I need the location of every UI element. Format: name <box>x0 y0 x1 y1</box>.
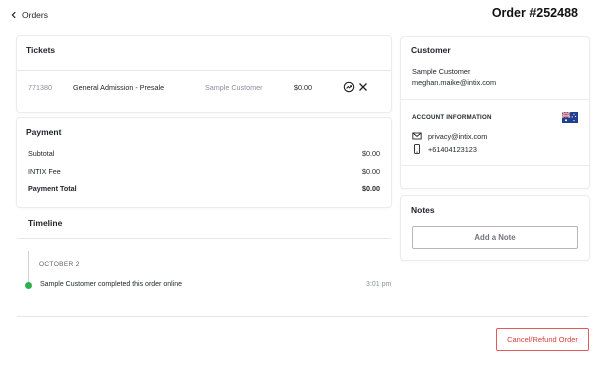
timeline-date: OCTOBER 2 <box>39 261 80 268</box>
divider <box>17 70 391 71</box>
tickets-card: Tickets 771380 General Admission - Presa… <box>17 36 391 112</box>
customer-card: Customer Sample Customer meghan.maike@in… <box>401 37 589 188</box>
transfer-icon[interactable] <box>343 81 355 93</box>
contact-phone: +61404123123 <box>428 144 477 154</box>
back-to-orders-link[interactable]: Orders <box>10 8 48 22</box>
contact-email-row: privacy@intix.com <box>412 131 487 141</box>
mail-icon <box>412 132 422 140</box>
ticket-customer: Sample Customer <box>205 83 263 92</box>
ticket-id[interactable]: 771380 <box>28 83 52 92</box>
payment-label: Subtotal <box>28 149 55 158</box>
payment-value: $0.00 <box>362 167 380 176</box>
notes-title: Notes <box>411 205 435 215</box>
close-icon[interactable] <box>357 81 369 93</box>
contact-email: privacy@intix.com <box>428 131 488 141</box>
payment-value: $0.00 <box>362 149 380 158</box>
ticket-row: 771380 General Admission - Presale Sampl… <box>17 80 391 94</box>
divider <box>17 316 589 317</box>
payment-title: Payment <box>26 127 62 137</box>
timeline-time: 3:01 pm <box>366 281 392 288</box>
ticket-price: $0.00 <box>294 83 312 92</box>
payment-row-fee: INTIX Fee $0.00 <box>28 167 380 177</box>
customer-email: meghan.maike@intix.com <box>412 78 497 87</box>
customer-title: Customer <box>411 45 451 55</box>
contact-phone-row: +61404123123 <box>412 144 477 154</box>
payment-label: INTIX Fee <box>28 167 61 176</box>
timeline-line <box>27 251 29 285</box>
payment-row-subtotal: Subtotal $0.00 <box>28 149 380 159</box>
cancel-refund-button[interactable]: Cancel/Refund Order <box>496 328 589 351</box>
tickets-title: Tickets <box>26 45 56 55</box>
timeline-title: Timeline <box>28 218 63 228</box>
chevron-left-icon <box>11 11 16 19</box>
phone-icon <box>414 144 420 154</box>
payment-card: Payment Subtotal $0.00 INTIX Fee $0.00 P… <box>17 118 391 207</box>
australia-flag-icon <box>562 112 578 123</box>
account-info-title: ACCOUNT INFORMATION <box>412 114 492 121</box>
notes-card: Notes Add a Note <box>401 196 589 260</box>
payment-row-total: Payment Total $0.00 <box>28 184 380 194</box>
ticket-name: General Admission - Presale <box>73 83 165 92</box>
back-label: Orders <box>22 10 48 20</box>
divider <box>17 238 391 239</box>
timeline-event: Sample Customer completed this order onl… <box>40 281 183 288</box>
divider <box>401 165 589 166</box>
status-dot <box>25 282 32 289</box>
divider <box>401 99 589 100</box>
customer-name: Sample Customer <box>412 67 471 76</box>
payment-label: Payment Total <box>28 184 77 193</box>
payment-value: $0.00 <box>362 184 380 193</box>
add-note-button[interactable]: Add a Note <box>412 226 578 249</box>
page-title: Order #252488 <box>491 6 578 20</box>
